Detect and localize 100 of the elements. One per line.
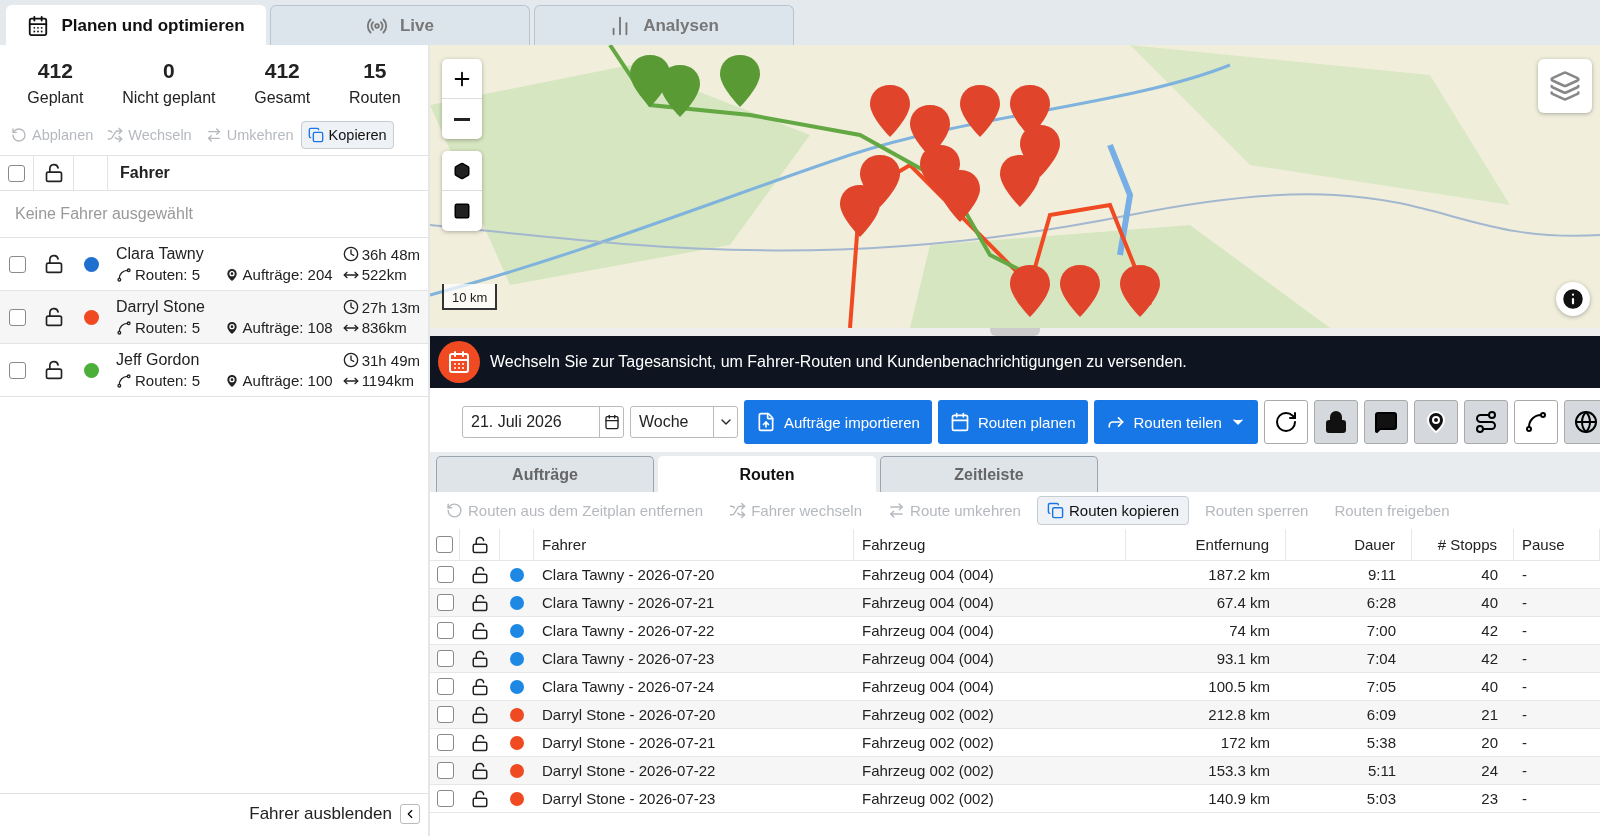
column-header: Fahrer [119,164,170,182]
path-button[interactable] [1513,400,1558,444]
lock-icon [44,307,64,327]
checkbox[interactable] [436,536,453,553]
table-cell-text: Fahrzeug 002 (002) [861,790,995,807]
checkbox[interactable] [436,706,454,723]
undo-icon [11,127,27,143]
table-cell-text: 42 [1480,650,1499,667]
checkbox[interactable] [436,678,454,695]
copy-icon [307,127,324,143]
minus-icon [454,117,470,121]
lock-icon [471,677,489,696]
checkbox[interactable] [436,650,454,667]
layers-icon [1549,70,1581,102]
driver-name: Jeff Gordon [116,351,201,369]
checkbox[interactable] [436,566,454,583]
column-header: Fahrzeug [862,536,926,553]
lock-icon [471,593,489,612]
toolbar-button[interactable]: Aufträge importieren [744,400,932,444]
lock-icon [471,621,489,640]
clock-icon [342,299,359,315]
stat-value: 0 [163,59,175,83]
stat-value: 412 [264,59,300,83]
top-tab[interactable]: Analysen [534,5,794,45]
checkbox[interactable] [436,734,454,751]
pin-icon [223,266,240,283]
toolbar-button[interactable]: Routen planen [937,400,1088,444]
time-text: 31h 49m [361,351,420,369]
table-cell-text: - [1521,678,1528,695]
column-header: # Stopps [1437,536,1497,553]
period-select[interactable]: Woche [630,406,738,438]
date-field[interactable]: 21. Juli 2026 [462,406,624,438]
calendar-icon [949,412,970,432]
table-cell-text: 6:09 [1365,706,1397,723]
table-cell-text: Fahrzeug 002 (002) [861,706,995,723]
shuffle-icon [107,127,124,143]
checkbox[interactable] [436,790,454,807]
table-cell-text: 212.8 km [1207,706,1271,723]
view-tab[interactable]: Routen [658,456,876,492]
table-cell-text: 40 [1480,678,1499,695]
globe-button[interactable] [1563,400,1600,444]
lock-icon [471,705,489,724]
table-cell-text: 6:28 [1365,594,1397,611]
checkbox[interactable] [8,361,26,379]
layers-button[interactable] [1538,59,1592,113]
route-icon [116,319,132,336]
undo-icon [446,502,463,519]
banner-text: Wechseln Sie zur Tagesansicht, um Fahrer-Routen und Kundenbenachrichtigungen zu versenden. [490,353,1187,371]
lock-icon [44,254,64,274]
column-header: Entfernung [1195,536,1269,553]
table-cell-text: - [1521,734,1528,751]
table-cell-text: 172 km [1219,734,1271,751]
shuffle-icon [729,502,747,519]
lock-icon [471,789,489,808]
table-cell-text: Darryl Stone - 2026-07-21 [541,734,717,751]
clock-icon [342,246,359,262]
toolbar-button[interactable]: Routen teilen [1093,400,1258,444]
table-cell-text: Clara Tawny - 2026-07-24 [541,678,716,695]
swap-icon [205,127,222,143]
stat-value: 15 [363,59,387,83]
refresh-button[interactable] [1263,400,1308,444]
orders-count: Aufträge: 100 [242,372,333,389]
table-cell-text: 187.2 km [1207,566,1271,583]
hide-drivers-label: Fahrer ausblenden [249,804,392,824]
table-cell-text: 20 [1480,734,1499,751]
checkbox[interactable] [8,255,26,273]
orders-count: Aufträge: 108 [242,319,333,336]
driver-name: Clara Tawny [116,245,205,263]
copy-icon [1046,502,1064,519]
table-cell-text: - [1521,566,1528,583]
table-cell-text: Clara Tawny - 2026-07-20 [541,566,716,583]
action-button[interactable]: Routen kopieren [1036,496,1190,525]
view-tab[interactable]: Aufträge [436,456,654,492]
checkbox[interactable] [436,622,454,639]
table-cell-text: 7:04 [1365,650,1397,667]
note-button[interactable] [1363,400,1408,444]
table-cell-text: 140.9 km [1207,790,1271,807]
table-cell-text: 24 [1480,762,1499,779]
checkbox[interactable] [8,164,25,182]
lock-button[interactable] [1313,400,1358,444]
top-tab[interactable]: Live [270,5,530,45]
pin-button[interactable] [1413,400,1458,444]
checkbox[interactable] [436,594,454,611]
checkbox[interactable] [436,762,454,779]
column-header: Pause [1522,536,1565,553]
lock-icon [1323,410,1348,434]
path-icon [1523,410,1548,434]
collapse-button[interactable] [400,804,420,824]
resize-handle[interactable] [430,328,1600,336]
table-cell-text: Clara Tawny - 2026-07-22 [541,622,716,639]
route-icon [1473,410,1498,434]
action-button[interactable]: Kopieren [300,121,394,149]
table-cell-text: 7:05 [1365,678,1397,695]
view-tab[interactable]: Zeitleiste [880,456,1098,492]
table-cell-text: - [1521,594,1528,611]
checkbox[interactable] [8,308,26,326]
route-icon [116,266,132,283]
route-button[interactable] [1463,400,1508,444]
table-cell-text: 7:00 [1365,622,1397,639]
top-tab[interactable]: Planen und optimieren [6,5,266,45]
